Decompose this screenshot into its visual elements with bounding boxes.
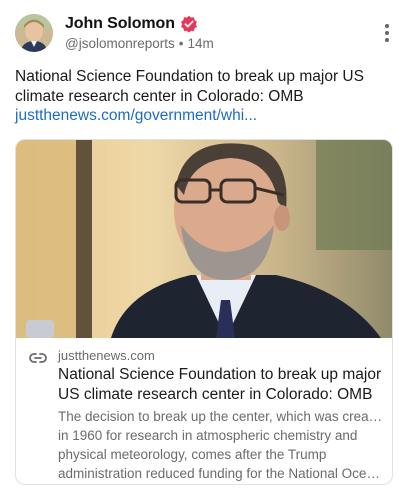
link-description-line: The decision to break up the center, whi…: [58, 409, 383, 424]
link-description-line: in 1960 for research in atmospheric chem…: [58, 428, 358, 443]
link-description: The decision to break up the center, whi…: [58, 407, 383, 483]
avatar[interactable]: [15, 14, 53, 52]
link-description-line: administration reduced funding for the N…: [58, 466, 383, 481]
post-header: John Solomon @jsolomonreports • 14m: [15, 14, 395, 54]
verified-badge-icon: [180, 15, 198, 33]
author-name[interactable]: John Solomon: [65, 15, 175, 33]
post-text: National Science Foundation to break up …: [15, 68, 364, 105]
author-meta: @jsolomonreports • 14m: [65, 36, 214, 51]
post-time: 14m: [187, 36, 214, 51]
link-title[interactable]: National Science Foundation to break up …: [58, 365, 383, 405]
link-icon: [29, 351, 47, 363]
link-preview-image: [16, 140, 392, 338]
post-card[interactable]: John Solomon @jsolomonreports • 14m Nation…: [0, 0, 408, 500]
link-domain: justthenews.com: [58, 348, 155, 363]
post-link[interactable]: justthenews.com/government/whi...: [15, 106, 257, 126]
author-handle[interactable]: @jsolomonreports: [65, 36, 175, 51]
separator-dot: •: [178, 36, 184, 51]
link-description-line: physical meteorology, comes after the Tr…: [58, 447, 327, 462]
more-vertical-icon[interactable]: [383, 24, 391, 42]
link-preview-card[interactable]: justthenews.com National Science Foundat…: [15, 139, 393, 485]
author-name-row: John Solomon: [65, 15, 198, 33]
link-preview-body: justthenews.com National Science Foundat…: [16, 338, 392, 484]
